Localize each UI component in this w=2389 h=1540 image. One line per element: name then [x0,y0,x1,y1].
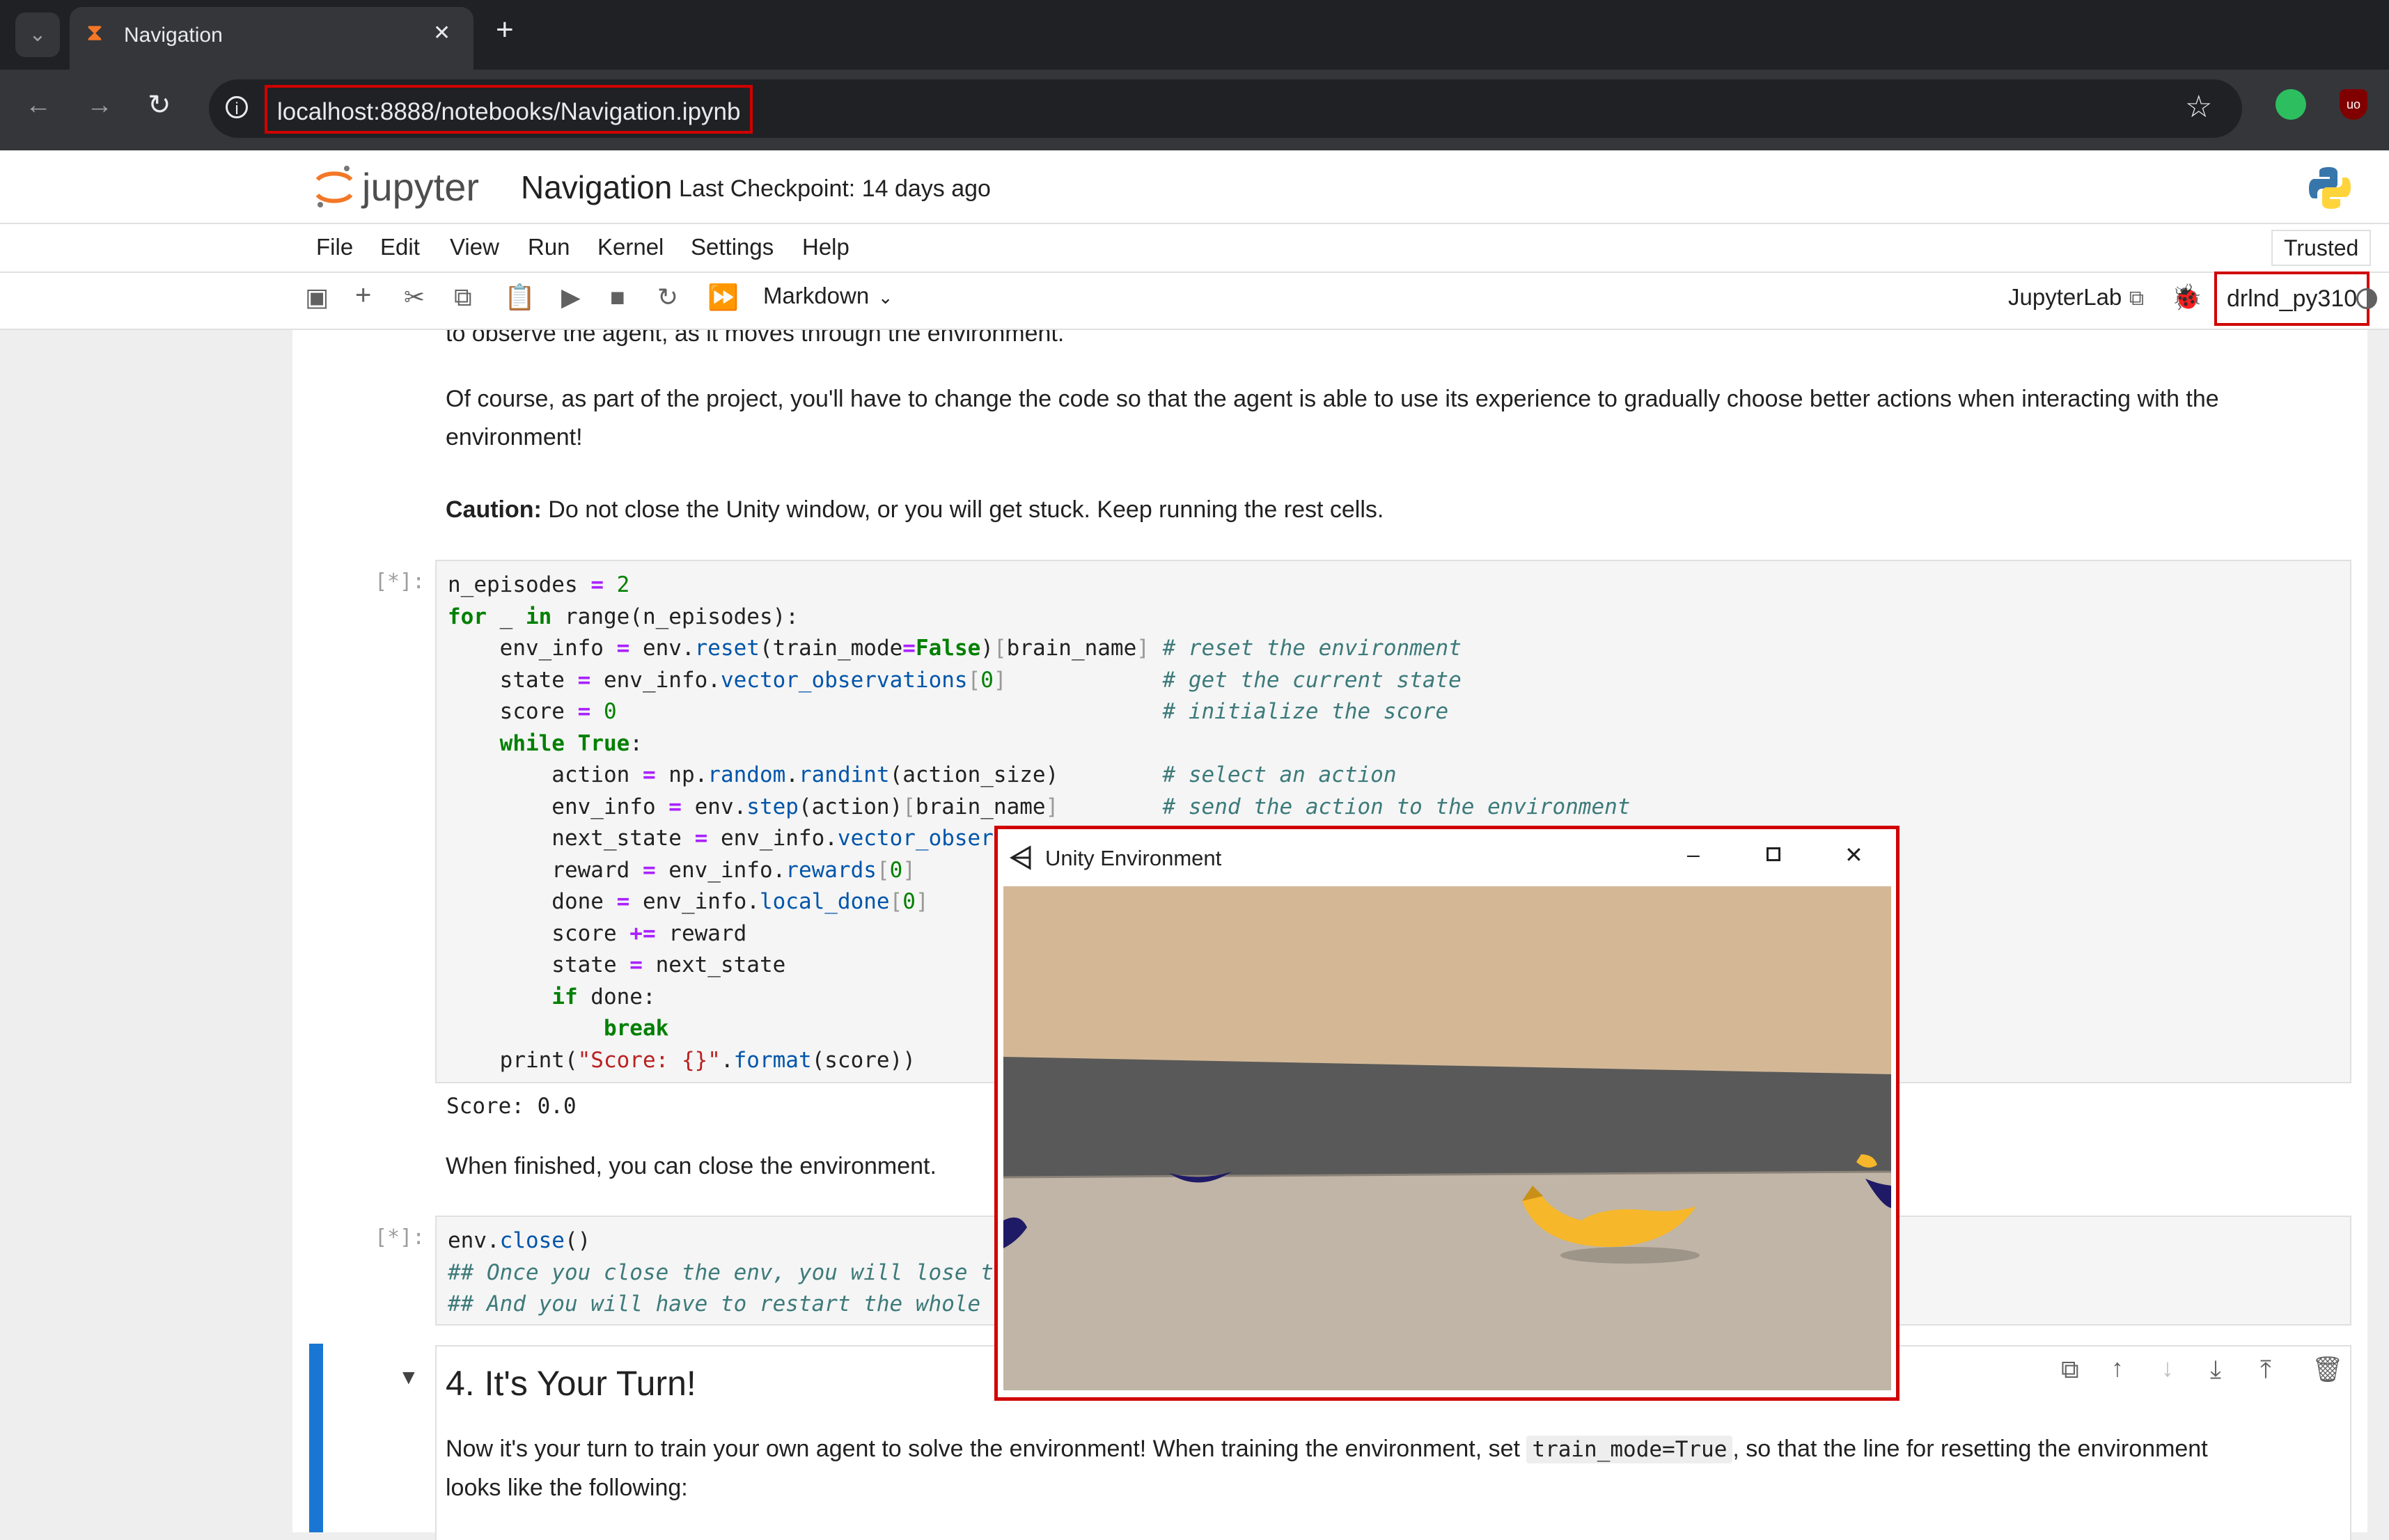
cell-prompt: [*]: [375,569,425,594]
site-info-icon[interactable]: i [226,96,248,118]
hourglass-icon: ⧗ [86,19,103,46]
menu-file[interactable]: File [316,234,353,260]
collapse-heading-icon[interactable]: ▼ [398,1366,419,1390]
kernel-status-icon [2356,288,2377,309]
close-tab-icon[interactable]: ✕ [433,21,451,45]
bookmark-star-icon[interactable]: ☆ [2185,89,2212,125]
unity-scene-view [1003,886,1891,1390]
section-heading: 4. It's Your Turn! [446,1364,696,1403]
menu-view[interactable]: View [450,234,499,260]
markdown-train-note: Now it's your turn to train your own age… [446,1430,2340,1507]
kernel-name-box[interactable]: drlnd_py310 [2214,272,2370,326]
move-down-icon[interactable]: ↓ [2161,1353,2174,1383]
unity-window[interactable]: Unity Environment – ✕ [994,826,1900,1401]
python-logo-icon [2309,167,2351,209]
trusted-indicator[interactable]: Trusted [2271,230,2372,266]
kernel-name: drlnd_py310 [2227,285,2358,312]
chevron-down-icon: ⌄ [877,287,893,308]
debugger-bug-icon[interactable]: 🐞 [2171,283,2202,312]
close-window-icon[interactable]: ✕ [1844,842,1863,868]
markdown-close-note: When finished, you can close the environ… [446,1153,937,1179]
move-up-icon[interactable]: ↑ [2111,1353,2124,1383]
markdown-line: looks like the following: [446,1475,688,1501]
restart-icon[interactable]: ↻ [657,283,678,312]
unity-window-title: Unity Environment [1045,846,1222,870]
unity-titlebar[interactable]: Unity Environment – ✕ [998,829,1896,886]
markdown-line: Of course, as part of the project, you'l… [446,386,2219,412]
maximize-icon[interactable] [1767,847,1780,861]
duplicate-cell-icon[interactable]: ⧉ [2061,1355,2079,1385]
caution-label: Caution: [446,496,542,523]
text-span: Now it's your turn to train your own age… [446,1436,1527,1462]
jupyter-logo-icon [315,166,353,207]
menu-bar: File Edit View Run Kernel Settings Help … [0,224,2389,273]
browser-tab-bar: ⌄ ⧗ Navigation ✕ + [0,0,2389,70]
ublock-extension-icon[interactable]: uo [2340,89,2367,120]
stop-icon[interactable]: ■ [610,283,625,312]
save-icon[interactable]: ▣ [305,283,329,312]
notebook-title[interactable]: Navigation [521,168,672,206]
run-icon[interactable]: ▶ [561,283,581,312]
forward-icon[interactable]: → [86,91,113,120]
text-span: , so that the line for resetting the env… [1732,1436,2208,1462]
markdown-cell-instructions: Of course, as part of the project, you'l… [446,380,2326,457]
jupyter-logo-text: jupyter [362,165,480,209]
markdown-caution: Caution: Do not close the Unity window, … [446,491,1384,529]
delete-cell-icon[interactable]: 🗑 [2312,1355,2344,1384]
jupyter-logo[interactable]: jupyter [313,163,501,212]
menu-settings[interactable]: Settings [691,234,774,260]
menu-help[interactable]: Help [802,234,849,260]
checkpoint-status: Last Checkpoint: 14 days ago [679,175,991,202]
markdown-line: environment! [446,424,583,450]
restart-run-all-icon[interactable]: ⏩ [707,283,739,312]
jupyter-header: jupyter Navigation Last Checkpoint: 14 d… [0,150,2389,224]
tab-search-icon[interactable]: ⌄ [15,13,60,57]
new-tab-icon[interactable]: + [496,13,514,47]
tab-title: Navigation [124,24,223,47]
insert-below-icon[interactable]: ⤓ [2210,1355,2221,1385]
jupyterlab-label: JupyterLab [2008,284,2122,310]
cut-icon[interactable]: ✂ [404,283,425,312]
caution-text: Do not close the Unity window, or you wi… [541,496,1384,523]
cell-type-value: Markdown [763,283,870,308]
cell-prompt: [*]: [375,1225,425,1250]
menu-edit[interactable]: Edit [380,234,420,260]
back-icon[interactable]: ← [25,91,52,120]
cell-output: Score: 0.0 [446,1094,577,1119]
url-text[interactable]: localhost:8888/notebooks/Navigation.ipyn… [265,85,753,134]
copy-icon[interactable]: ⧉ [454,283,472,313]
reload-icon[interactable]: ↻ [148,89,171,121]
paste-icon[interactable]: 📋 [504,283,535,312]
add-cell-icon[interactable]: + [355,280,371,311]
open-jupyterlab-button[interactable]: JupyterLab ⧉ [2008,284,2144,311]
markdown-line: Now it's your turn to train your own age… [446,1430,2340,1469]
cell-type-dropdown[interactable]: Markdown ⌄ [763,283,893,309]
inline-code: train_mode=True [1526,1436,1733,1463]
evernote-extension-icon[interactable] [2276,89,2306,120]
minimize-icon[interactable]: – [1687,842,1700,867]
menu-kernel[interactable]: Kernel [597,234,664,260]
active-cell-indicator [309,1344,323,1532]
menu-run[interactable]: Run [528,234,570,260]
browser-tab[interactable]: ⧗ Navigation ✕ [70,7,473,70]
notebook-toolbar: ▣ + ✂ ⧉ 📋 ▶ ■ ↻ ⏩ Markdown ⌄ JupyterLab … [0,272,2389,330]
external-link-icon: ⧉ [2129,287,2145,310]
unity-logo-icon [1009,845,1031,870]
insert-above-icon[interactable]: ⤒ [2260,1355,2271,1385]
